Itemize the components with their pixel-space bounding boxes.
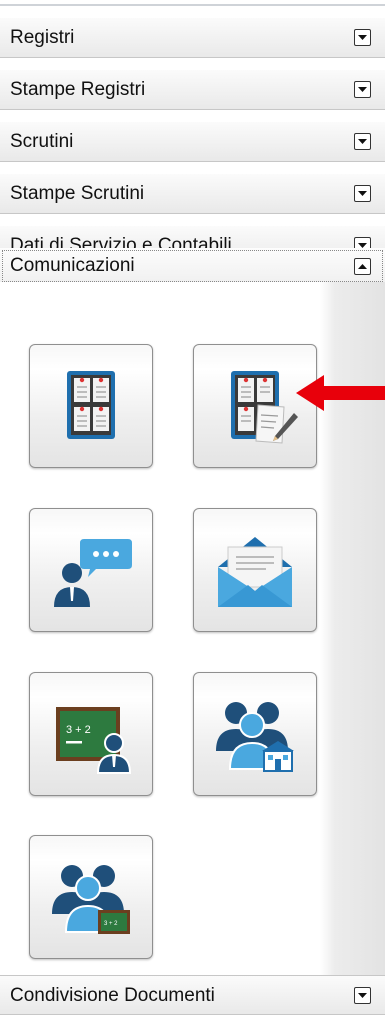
person-chat-icon [54,539,132,607]
svg-text:3 + 2: 3 + 2 [104,921,118,927]
menu-header-label: Condivisione Documenti [10,985,215,1006]
menu-header-stampe-registri[interactable]: Stampe Registri [0,70,385,110]
menu-header-label: Comunicazioni [10,255,135,276]
chalkboard-teacher-icon: 3 + 2 [56,707,132,774]
tile-people-chalkboard[interactable]: 3 + 2 [29,835,153,959]
menu-header-registri[interactable]: Registri [0,18,385,58]
menu-header-scrutini[interactable]: Scrutini [0,122,385,162]
tile-chalkboard-teacher[interactable]: 3 + 2 [29,672,153,796]
expand-toggle-icon[interactable] [354,133,371,150]
menu-header-comunicazioni[interactable]: Comunicazioni [0,248,385,284]
menu-header-label: Scrutini [10,131,74,152]
menu-header-label: Registri [10,27,75,48]
tile-envelope[interactable] [193,508,317,632]
red-arrow-annotation [296,375,385,411]
tile-person-chat[interactable] [29,508,153,632]
expand-toggle-icon[interactable] [354,987,371,1004]
tile-people-school[interactable] [193,672,317,796]
envelope-icon [218,537,292,607]
expand-toggle-icon[interactable] [354,81,371,98]
people-school-icon [216,702,294,772]
expand-toggle-icon[interactable] [354,29,371,46]
tile-bulletin-board[interactable] [29,344,153,468]
bulletin-board-icon [67,371,115,439]
top-border [0,0,385,6]
expand-toggle-icon[interactable] [354,185,371,202]
menu-header-condivisione[interactable]: Condivisione Documenti [0,975,385,1015]
collapse-toggle-icon[interactable] [354,258,371,275]
people-chalkboard-icon: 3 + 2 [52,865,130,934]
bulletin-board-edit-icon [231,371,298,444]
menu-header-label: Stampe Scrutini [10,183,145,204]
menu-header-stampe-scrutini[interactable]: Stampe Scrutini [0,174,385,214]
svg-text:3 + 2: 3 + 2 [66,724,91,736]
menu-header-label: Stampe Registri [10,79,146,100]
